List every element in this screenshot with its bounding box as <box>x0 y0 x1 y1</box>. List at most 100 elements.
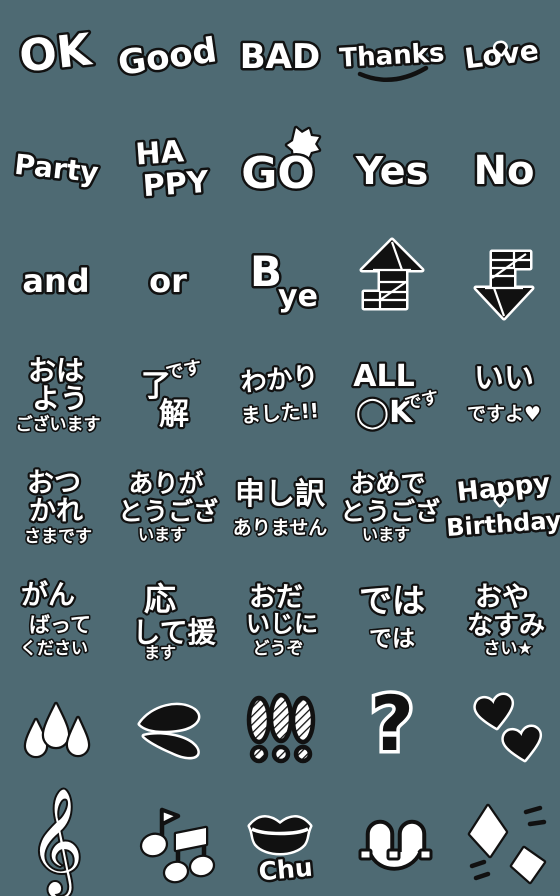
good-text: Good <box>116 30 220 83</box>
arrow-down-striped-icon <box>473 249 535 321</box>
emoji-cell-yes[interactable]: Yes <box>336 112 448 224</box>
iidesuyo-line1: いい <box>474 361 534 396</box>
emoji-cell-wakarimashita[interactable]: わかり ました!! <box>224 336 336 448</box>
sparkle-diamonds-icon <box>467 803 547 885</box>
ouen-line3: ます <box>144 643 176 662</box>
allok-line1: ALL <box>353 359 414 394</box>
odaijini-line2: いじに <box>246 610 318 638</box>
emoji-cell-oyasumi[interactable]: おや なすみ さい★ <box>448 560 560 672</box>
hbd-line2: Birthday <box>445 506 560 542</box>
and-text: and <box>22 262 89 300</box>
emoji-cell-ii-desu-yo[interactable]: いい ですよ♥ <box>448 336 560 448</box>
emoji-sticker-grid: OK Good BAD Thanks Love Party HA PPY <box>0 0 560 896</box>
emoji-cell-treble[interactable]: 𝄞 <box>0 784 112 896</box>
omedetou-line2: とうござ <box>340 497 440 526</box>
ohayou-line2: よう <box>32 382 88 415</box>
emoji-cell-happy[interactable]: HA PPY <box>112 112 224 224</box>
emoji-cell-omedetou[interactable]: おめで とうござ います <box>336 448 448 560</box>
chu-text: Chu <box>257 853 313 887</box>
emoji-cell-moushiwake[interactable]: 申し訳 ありません <box>224 448 336 560</box>
emoji-cell-thanks[interactable]: Thanks <box>336 0 448 112</box>
arigatou-line2: とうござ <box>118 497 218 526</box>
ouen-line1: 応 <box>144 580 176 618</box>
emoji-cell-dewa-dewa[interactable]: では では <box>336 560 448 672</box>
dewa-line2: では <box>369 626 415 652</box>
emoji-cell-notes[interactable] <box>112 784 224 896</box>
or-text: or <box>149 262 187 300</box>
moushiwake-line2: ありません <box>233 517 327 539</box>
emoji-cell-no[interactable]: No <box>448 112 560 224</box>
emoji-cell-love[interactable]: Love <box>448 0 560 112</box>
otsukare-line1: おつ <box>27 468 81 499</box>
emoji-cell-otsukare[interactable]: おつ かれ さまです <box>0 448 112 560</box>
oyasumi-line2: なすみ <box>467 611 545 641</box>
sweat-drops-icon <box>23 701 91 759</box>
emoji-cell-ok[interactable]: OK <box>0 0 112 112</box>
emoji-cell-bad[interactable]: BAD <box>224 0 336 112</box>
exclamation-hatched-icon <box>246 692 316 764</box>
hbd-heart-icon <box>493 493 507 508</box>
emoji-cell-odaijini[interactable]: おだ いじに どうぞ <box>224 560 336 672</box>
ganbatte-line3: ください <box>20 639 88 659</box>
oyasumi-line1: おや <box>475 582 529 613</box>
treble-clef-icon: 𝄞 <box>27 785 85 896</box>
ohayou-line3: ございます <box>16 414 101 435</box>
treble-glyph: 𝄞 <box>29 787 83 896</box>
odaijini-line3: どうぞ <box>253 639 304 659</box>
arrow-up-striped-icon <box>359 237 425 311</box>
question-text: ? <box>370 679 414 768</box>
emoji-cell-ohayou[interactable]: おは よう ございます <box>0 336 112 448</box>
oyasumi-line3: さい★ <box>483 639 532 659</box>
bad-text: BAD <box>240 37 320 77</box>
emoji-cell-dash[interactable] <box>112 672 224 784</box>
dewa-line1: では <box>359 581 425 620</box>
emoji-cell-sparkle[interactable] <box>448 784 560 896</box>
emoji-cell-chu[interactable]: Chu <box>224 784 336 896</box>
odaijini-line1: おだ <box>249 582 303 613</box>
two-hearts-icon <box>473 692 543 763</box>
emoji-cell-or[interactable]: or <box>112 224 224 336</box>
horseshoe-magnet-face-icon <box>358 819 433 871</box>
emoji-cell-arrow-up[interactable] <box>336 224 448 336</box>
ryoukai-line2: 解 <box>159 397 189 432</box>
no-text: No <box>474 148 535 194</box>
emoji-cell-exclaim[interactable] <box>224 672 336 784</box>
ganbatte-line1: がん <box>21 579 75 611</box>
dash-marks-icon <box>137 702 201 760</box>
emoji-cell-hearts[interactable] <box>448 672 560 784</box>
emoji-cell-magnets[interactable] <box>336 784 448 896</box>
moushiwake-line1: 申し訳 <box>235 477 326 512</box>
iidesuyo-line2: ですよ♥ <box>467 403 541 425</box>
thanks-text: Thanks <box>339 38 446 73</box>
emoji-cell-bye[interactable]: B ye <box>224 224 336 336</box>
emoji-cell-good[interactable]: Good <box>112 0 224 112</box>
bye-line2: ye <box>278 279 318 314</box>
emoji-cell-all-ok[interactable]: ALL ◯K です <box>336 336 448 448</box>
ok-text: OK <box>17 24 95 82</box>
emoji-cell-sweat[interactable] <box>0 672 112 784</box>
party-text: Party <box>13 148 100 190</box>
ganbatte-line2: ばって <box>29 613 91 637</box>
otsukare-line3: さまです <box>24 527 92 547</box>
happy-line2: PPY <box>142 165 211 205</box>
question-mark-icon: ? <box>366 676 417 772</box>
music-notes-icon <box>139 807 216 884</box>
emoji-cell-ouen[interactable]: 応 して援 ます <box>112 560 224 672</box>
emoji-cell-ryoukai[interactable]: です 了 解 <box>112 336 224 448</box>
emoji-cell-ganbatte[interactable]: がん ばって ください <box>0 560 112 672</box>
omedetou-line3: います <box>362 525 410 544</box>
go-text: GO <box>241 148 315 199</box>
emoji-cell-and[interactable]: and <box>0 224 112 336</box>
otsukare-line2: かれ <box>29 496 83 527</box>
omedetou-line1: おめで <box>350 469 425 498</box>
emoji-cell-happy-birthday[interactable]: Happy Birthday <box>443 448 560 560</box>
wakari-line2: ました!! <box>240 398 320 427</box>
emoji-cell-go[interactable]: GO <box>224 112 336 224</box>
wakari-line1: わかり <box>239 362 319 399</box>
emoji-cell-arigatou[interactable]: ありが とうござ います <box>112 448 224 560</box>
yes-text: Yes <box>355 149 428 193</box>
emoji-cell-question[interactable]: ? <box>336 672 448 784</box>
emoji-cell-arrow-down[interactable] <box>448 224 560 336</box>
arigatou-line3: います <box>138 525 186 544</box>
emoji-cell-party[interactable]: Party <box>0 112 112 224</box>
